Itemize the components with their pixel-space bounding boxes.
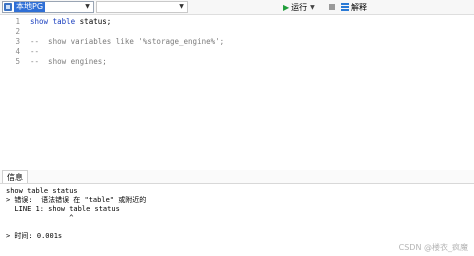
code-text: status; bbox=[75, 17, 112, 26]
line-number: 1 bbox=[15, 17, 20, 26]
watermark: CSDN @楼衣_疯魔 bbox=[398, 243, 468, 252]
chevron-down-icon[interactable]: ▼ bbox=[177, 2, 186, 12]
line-number: 2 bbox=[15, 27, 20, 36]
stop-icon bbox=[329, 4, 335, 10]
output-line: LINE 1: show table status bbox=[6, 205, 120, 213]
chevron-down-icon[interactable]: ▼ bbox=[83, 2, 92, 12]
code-comment: -- show variables like '%storage_engine%… bbox=[30, 37, 225, 46]
run-button[interactable]: ▶ 运行 ▼ bbox=[283, 1, 315, 13]
output-line: ^ bbox=[6, 214, 74, 222]
sql-keyword: show table bbox=[30, 17, 76, 26]
stop-button[interactable] bbox=[327, 2, 337, 12]
explain-label: 解释 bbox=[351, 2, 367, 12]
output-line: > 错误: 语法错误 在 "table" 或附近的 bbox=[6, 196, 147, 204]
line-number: 4 bbox=[15, 47, 20, 56]
line-gutter: 1 2 3 4 5 bbox=[0, 15, 22, 167]
toolbar: 本地PG ▼ ▼ ▶ 运行 ▼ 解释 bbox=[0, 0, 474, 15]
tab-info[interactable]: 信息 bbox=[2, 170, 28, 183]
output-line: show table status bbox=[6, 187, 78, 195]
output-line: > 时间: 0.001s bbox=[6, 232, 63, 240]
run-label: 运行 bbox=[291, 2, 308, 12]
chevron-down-icon[interactable]: ▼ bbox=[310, 4, 315, 11]
explain-button[interactable]: 解释 bbox=[341, 1, 367, 13]
result-tabs: 信息 bbox=[0, 170, 474, 184]
sql-editor[interactable]: 1 2 3 4 5 show table status; -- show var… bbox=[0, 15, 474, 167]
connection-label: 本地PG bbox=[14, 2, 46, 12]
database-icon bbox=[4, 3, 12, 11]
code-line: show table status; bbox=[30, 17, 111, 27]
line-number: 3 bbox=[15, 37, 20, 46]
code-comment: -- show engines; bbox=[30, 57, 107, 66]
code-comment: -- bbox=[30, 47, 40, 56]
play-icon: ▶ bbox=[283, 2, 290, 12]
explain-icon bbox=[341, 3, 349, 11]
database-select[interactable]: ▼ bbox=[96, 1, 188, 13]
line-number: 5 bbox=[15, 57, 20, 66]
connection-select[interactable]: 本地PG ▼ bbox=[2, 1, 94, 13]
